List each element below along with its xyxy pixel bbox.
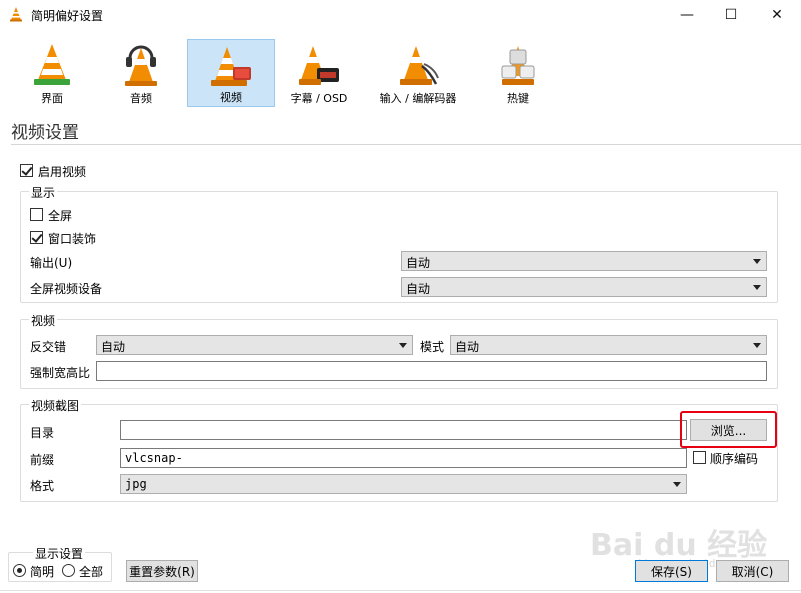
codecs-cone-icon <box>400 46 439 85</box>
tab-audio[interactable]: 音频 <box>97 39 185 107</box>
interface-cone-icon <box>34 44 70 85</box>
fullscreen-device-value: 自动 <box>406 282 431 296</box>
tab-codecs-label: 输入 / 编解码器 <box>379 92 457 105</box>
deinterlace-value: 自动 <box>101 340 126 354</box>
sequential-checkbox[interactable] <box>693 451 706 464</box>
force-aspect-input[interactable] <box>96 361 767 381</box>
minimize-icon: — <box>680 7 694 23</box>
enable-video-label: 启用视频 <box>38 165 87 179</box>
deinterlace-select[interactable]: 自动 <box>96 335 413 355</box>
maximize-icon: ☐ <box>724 7 738 23</box>
tab-interface[interactable]: 界面 <box>8 39 96 107</box>
fullscreen-label: 全屏 <box>48 209 73 223</box>
prefix-input[interactable]: vlcsnap- <box>120 448 687 468</box>
fullscreen-device-label: 全屏视频设备 <box>30 282 103 296</box>
directory-input[interactable] <box>120 420 687 440</box>
snapshot-group-title: 视频截图 <box>29 397 82 414</box>
output-select-value: 自动 <box>406 256 431 270</box>
audio-headphones-cone-icon <box>125 45 157 86</box>
save-button[interactable]: 保存(S) <box>635 560 708 582</box>
sequential-label: 顺序编码 <box>710 452 759 466</box>
deinterlace-label: 反交错 <box>30 340 67 354</box>
tab-subtitles-label: 字幕 / OSD <box>290 92 348 105</box>
prefix-label: 前缀 <box>30 453 55 467</box>
fullscreen-checkbox[interactable] <box>30 208 43 221</box>
chevron-down-icon <box>673 482 681 487</box>
tab-interface-label: 界面 <box>41 92 63 105</box>
tab-audio-label: 音频 <box>130 92 152 105</box>
window-title: 简明偏好设置 <box>31 9 104 23</box>
mode-label: 模式 <box>420 340 445 354</box>
video-group-title: 视频 <box>29 312 58 329</box>
close-icon: ✕ <box>771 7 783 23</box>
show-settings-title: 显示设置 <box>33 545 86 562</box>
window-decorations-label: 窗口装饰 <box>48 232 97 246</box>
display-group-title: 显示 <box>29 184 58 201</box>
format-label: 格式 <box>30 479 55 493</box>
simple-radio[interactable] <box>13 564 26 577</box>
close-button[interactable]: ✕ <box>754 0 800 30</box>
section-divider <box>11 144 801 145</box>
fullscreen-device-select[interactable]: 自动 <box>401 277 767 297</box>
chevron-down-icon <box>753 343 761 348</box>
tab-subtitles-osd[interactable]: 字幕 / OSD <box>275 39 363 107</box>
chevron-down-icon <box>399 343 407 348</box>
all-radio[interactable] <box>62 564 75 577</box>
enable-video-checkbox[interactable] <box>20 164 33 177</box>
section-title: 视频设置 <box>11 123 79 143</box>
output-select[interactable]: 自动 <box>401 251 767 271</box>
force-aspect-label: 强制宽高比 <box>30 366 91 380</box>
tab-hotkeys[interactable]: 热键 <box>474 39 562 107</box>
output-label: 输出(U) <box>30 256 73 270</box>
format-select[interactable]: jpg <box>120 474 687 494</box>
tab-video-label: 视频 <box>220 91 242 104</box>
bottom-border <box>0 590 801 591</box>
all-label: 全部 <box>79 565 104 579</box>
tab-input-codecs[interactable]: 输入 / 编解码器 <box>370 39 466 107</box>
hotkeys-cone-icon <box>501 46 535 85</box>
tab-hotkeys-label: 热键 <box>507 92 529 105</box>
category-toolbar: 界面 音频 视频 字幕 / OSD 输入 / 编解码器 热键 <box>0 36 801 110</box>
chevron-down-icon <box>753 259 761 264</box>
highlight-box <box>680 411 777 448</box>
mode-select[interactable]: 自动 <box>450 335 767 355</box>
window-decorations-checkbox[interactable] <box>30 231 43 244</box>
mode-value: 自动 <box>455 340 480 354</box>
subtitles-cone-icon <box>299 46 339 85</box>
maximize-button[interactable]: ☐ <box>708 0 754 30</box>
title-bar: 简明偏好设置 — ☐ ✕ <box>0 0 801 30</box>
minimize-button[interactable]: — <box>664 0 710 30</box>
vlc-logo-icon <box>10 7 22 22</box>
cancel-button[interactable]: 取消(C) <box>716 560 789 582</box>
video-cone-icon <box>211 47 251 86</box>
directory-label: 目录 <box>30 426 55 440</box>
format-value: jpg <box>125 477 147 491</box>
reset-preferences-button[interactable]: 重置参数(R) <box>126 560 198 582</box>
tab-video[interactable]: 视频 <box>187 39 275 107</box>
simple-label: 简明 <box>30 565 55 579</box>
chevron-down-icon <box>753 285 761 290</box>
